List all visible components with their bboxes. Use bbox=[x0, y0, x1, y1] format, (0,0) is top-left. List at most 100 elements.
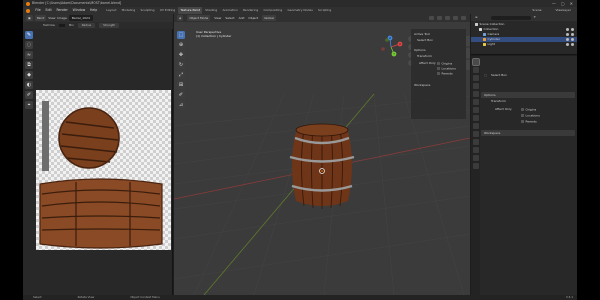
menu-edit[interactable]: Edit bbox=[43, 8, 54, 12]
menu-window[interactable]: Window bbox=[70, 8, 87, 12]
overlays-icon[interactable] bbox=[437, 16, 442, 20]
brush-name[interactable]: TexDraw bbox=[43, 24, 55, 27]
tab-rendering[interactable]: Rendering bbox=[240, 7, 261, 13]
tab-compositing[interactable]: Compositing bbox=[261, 7, 285, 13]
menu-add[interactable]: Add bbox=[239, 16, 245, 20]
tool-tab-icon[interactable] bbox=[471, 58, 480, 66]
scene-tab-icon[interactable] bbox=[472, 91, 479, 97]
shading-solid-icon[interactable] bbox=[453, 16, 458, 20]
tab-layout[interactable]: Layout bbox=[104, 7, 119, 13]
texture-canvas[interactable] bbox=[36, 90, 171, 250]
menu-help[interactable]: Help bbox=[88, 8, 100, 12]
minimize-button[interactable]: — bbox=[552, 1, 556, 6]
modifier-tab-icon[interactable] bbox=[472, 115, 479, 121]
menu-image[interactable]: Image bbox=[57, 16, 66, 20]
sidebar-tab-tool[interactable] bbox=[466, 48, 470, 58]
object-tab-icon[interactable] bbox=[472, 107, 479, 113]
scale-icon[interactable]: ⤢ bbox=[177, 71, 185, 79]
cursor-icon[interactable]: ⊕ bbox=[177, 41, 185, 49]
status-context-menu-hint: Object Context Menu bbox=[130, 295, 160, 300]
measure-icon[interactable]: ⊿ bbox=[177, 101, 185, 109]
menu-view-3d[interactable]: View bbox=[214, 16, 221, 20]
workspace-panel-header[interactable]: Workspace bbox=[481, 130, 575, 136]
tab-uv-editing[interactable]: UV Editing bbox=[157, 7, 178, 13]
tab-animation[interactable]: Animation bbox=[220, 7, 240, 13]
view-layer-selector[interactable]: ViewLayer bbox=[556, 9, 571, 12]
3d-viewport[interactable]: ◈ Object Mode View Select Add Object Glo… bbox=[174, 14, 470, 295]
scene-selector[interactable]: Scene bbox=[532, 9, 541, 12]
annotate-icon[interactable]: ✐ bbox=[25, 91, 33, 99]
blender-menu-icon[interactable] bbox=[26, 8, 30, 13]
orientation-select[interactable]: Global bbox=[262, 15, 276, 21]
tab-shading[interactable]: Shading bbox=[202, 7, 219, 13]
parents-checkbox[interactable]: Parents bbox=[437, 72, 453, 76]
move-icon[interactable]: ✥ bbox=[177, 51, 185, 59]
constraints-tab-icon[interactable] bbox=[472, 139, 479, 145]
active-tool-name[interactable]: Select Box bbox=[417, 39, 433, 42]
material-tab-icon[interactable] bbox=[472, 155, 479, 161]
locations-checkbox[interactable]: Locations bbox=[437, 67, 456, 71]
outliner-item-light[interactable]: Light bbox=[471, 42, 577, 47]
menu-render[interactable]: Render bbox=[54, 8, 70, 12]
origins-checkbox[interactable]: Origins bbox=[437, 62, 452, 66]
particles-tab-icon[interactable] bbox=[472, 123, 479, 129]
tab-modeling[interactable]: Modeling bbox=[119, 7, 138, 13]
tab-geometry-nodes[interactable]: Geometry Nodes bbox=[285, 7, 316, 13]
navigation-gizmo[interactable]: X Y Z bbox=[379, 35, 403, 59]
soften-brush-icon[interactable]: ◌ bbox=[25, 41, 33, 49]
view-layer-tab-icon[interactable] bbox=[472, 83, 479, 89]
parents-checkbox[interactable]: Parents bbox=[521, 120, 537, 124]
strength-field[interactable]: Strength bbox=[99, 23, 120, 28]
transform-subheader[interactable]: Transform bbox=[417, 55, 432, 58]
image-editor-type-button[interactable]: ▣ bbox=[26, 15, 33, 21]
data-tab-icon[interactable] bbox=[472, 147, 479, 153]
menu-file[interactable]: File bbox=[33, 8, 43, 12]
sidebar-tab-view[interactable] bbox=[466, 60, 470, 70]
render-tab-icon[interactable] bbox=[472, 67, 479, 73]
select-box-icon[interactable]: ⬚ bbox=[177, 31, 185, 39]
menu-view[interactable]: View bbox=[48, 16, 55, 20]
object-mode-select[interactable]: Object Mode bbox=[187, 15, 211, 21]
origins-checkbox[interactable]: Origins bbox=[521, 108, 536, 112]
physics-tab-icon[interactable] bbox=[472, 131, 479, 137]
filter-icon[interactable]: ⏷ bbox=[534, 16, 536, 19]
mask-brush-icon[interactable]: ◐ bbox=[25, 81, 33, 89]
visibility-icon[interactable] bbox=[429, 16, 434, 20]
outliner-search-input[interactable] bbox=[490, 15, 531, 20]
image-name-field[interactable]: Barrel_1024 bbox=[68, 15, 93, 21]
transform-icon[interactable]: ⊞ bbox=[177, 81, 185, 89]
tab-sculpting[interactable]: Sculpting bbox=[138, 7, 157, 13]
options-header[interactable]: Options bbox=[414, 49, 426, 52]
blend-mode[interactable]: Mix bbox=[69, 24, 74, 27]
outliner-editor-icon[interactable]: ≡ bbox=[475, 16, 478, 19]
annotate-tool-icon[interactable]: ✐ bbox=[177, 91, 185, 99]
draw-brush-icon[interactable]: ✎ bbox=[25, 31, 33, 39]
maximize-button[interactable]: ▢ bbox=[561, 1, 565, 6]
smear-brush-icon[interactable]: ≈ bbox=[25, 51, 33, 59]
workspace-header[interactable]: Workspace bbox=[414, 84, 430, 87]
close-button[interactable]: ✕ bbox=[570, 1, 573, 6]
paint-mode-select[interactable]: Paint bbox=[34, 15, 47, 21]
clone-brush-icon[interactable]: ⧉ bbox=[25, 61, 33, 69]
output-tab-icon[interactable] bbox=[472, 75, 479, 81]
texture-tab-icon[interactable] bbox=[472, 163, 479, 169]
left-letterbox bbox=[0, 0, 23, 300]
sample-icon[interactable]: ⌖ bbox=[25, 101, 33, 109]
locations-checkbox[interactable]: Locations bbox=[521, 114, 540, 118]
editor-type-button[interactable]: ◈ bbox=[177, 15, 184, 21]
rotate-icon[interactable]: ↻ bbox=[177, 61, 185, 69]
shading-material-icon[interactable] bbox=[461, 16, 466, 20]
menu-select[interactable]: Select bbox=[225, 16, 234, 20]
sidebar-tab-item[interactable] bbox=[466, 36, 470, 46]
active-tool-header[interactable]: Active Tool bbox=[414, 33, 430, 36]
tab-scripting[interactable]: Scripting bbox=[315, 7, 334, 13]
tab-texture-paint[interactable]: Texture Paint bbox=[177, 7, 203, 14]
fill-brush-icon[interactable]: ◆ bbox=[25, 71, 33, 79]
menu-object[interactable]: Object bbox=[248, 16, 258, 20]
options-panel-header[interactable]: Options bbox=[481, 92, 575, 98]
xray-icon[interactable] bbox=[445, 16, 450, 20]
brush-color-swatch[interactable] bbox=[58, 24, 65, 27]
world-tab-icon[interactable] bbox=[472, 99, 479, 105]
radius-field[interactable]: Radius bbox=[77, 23, 96, 28]
transform-subpanel[interactable]: Transform bbox=[491, 100, 506, 103]
